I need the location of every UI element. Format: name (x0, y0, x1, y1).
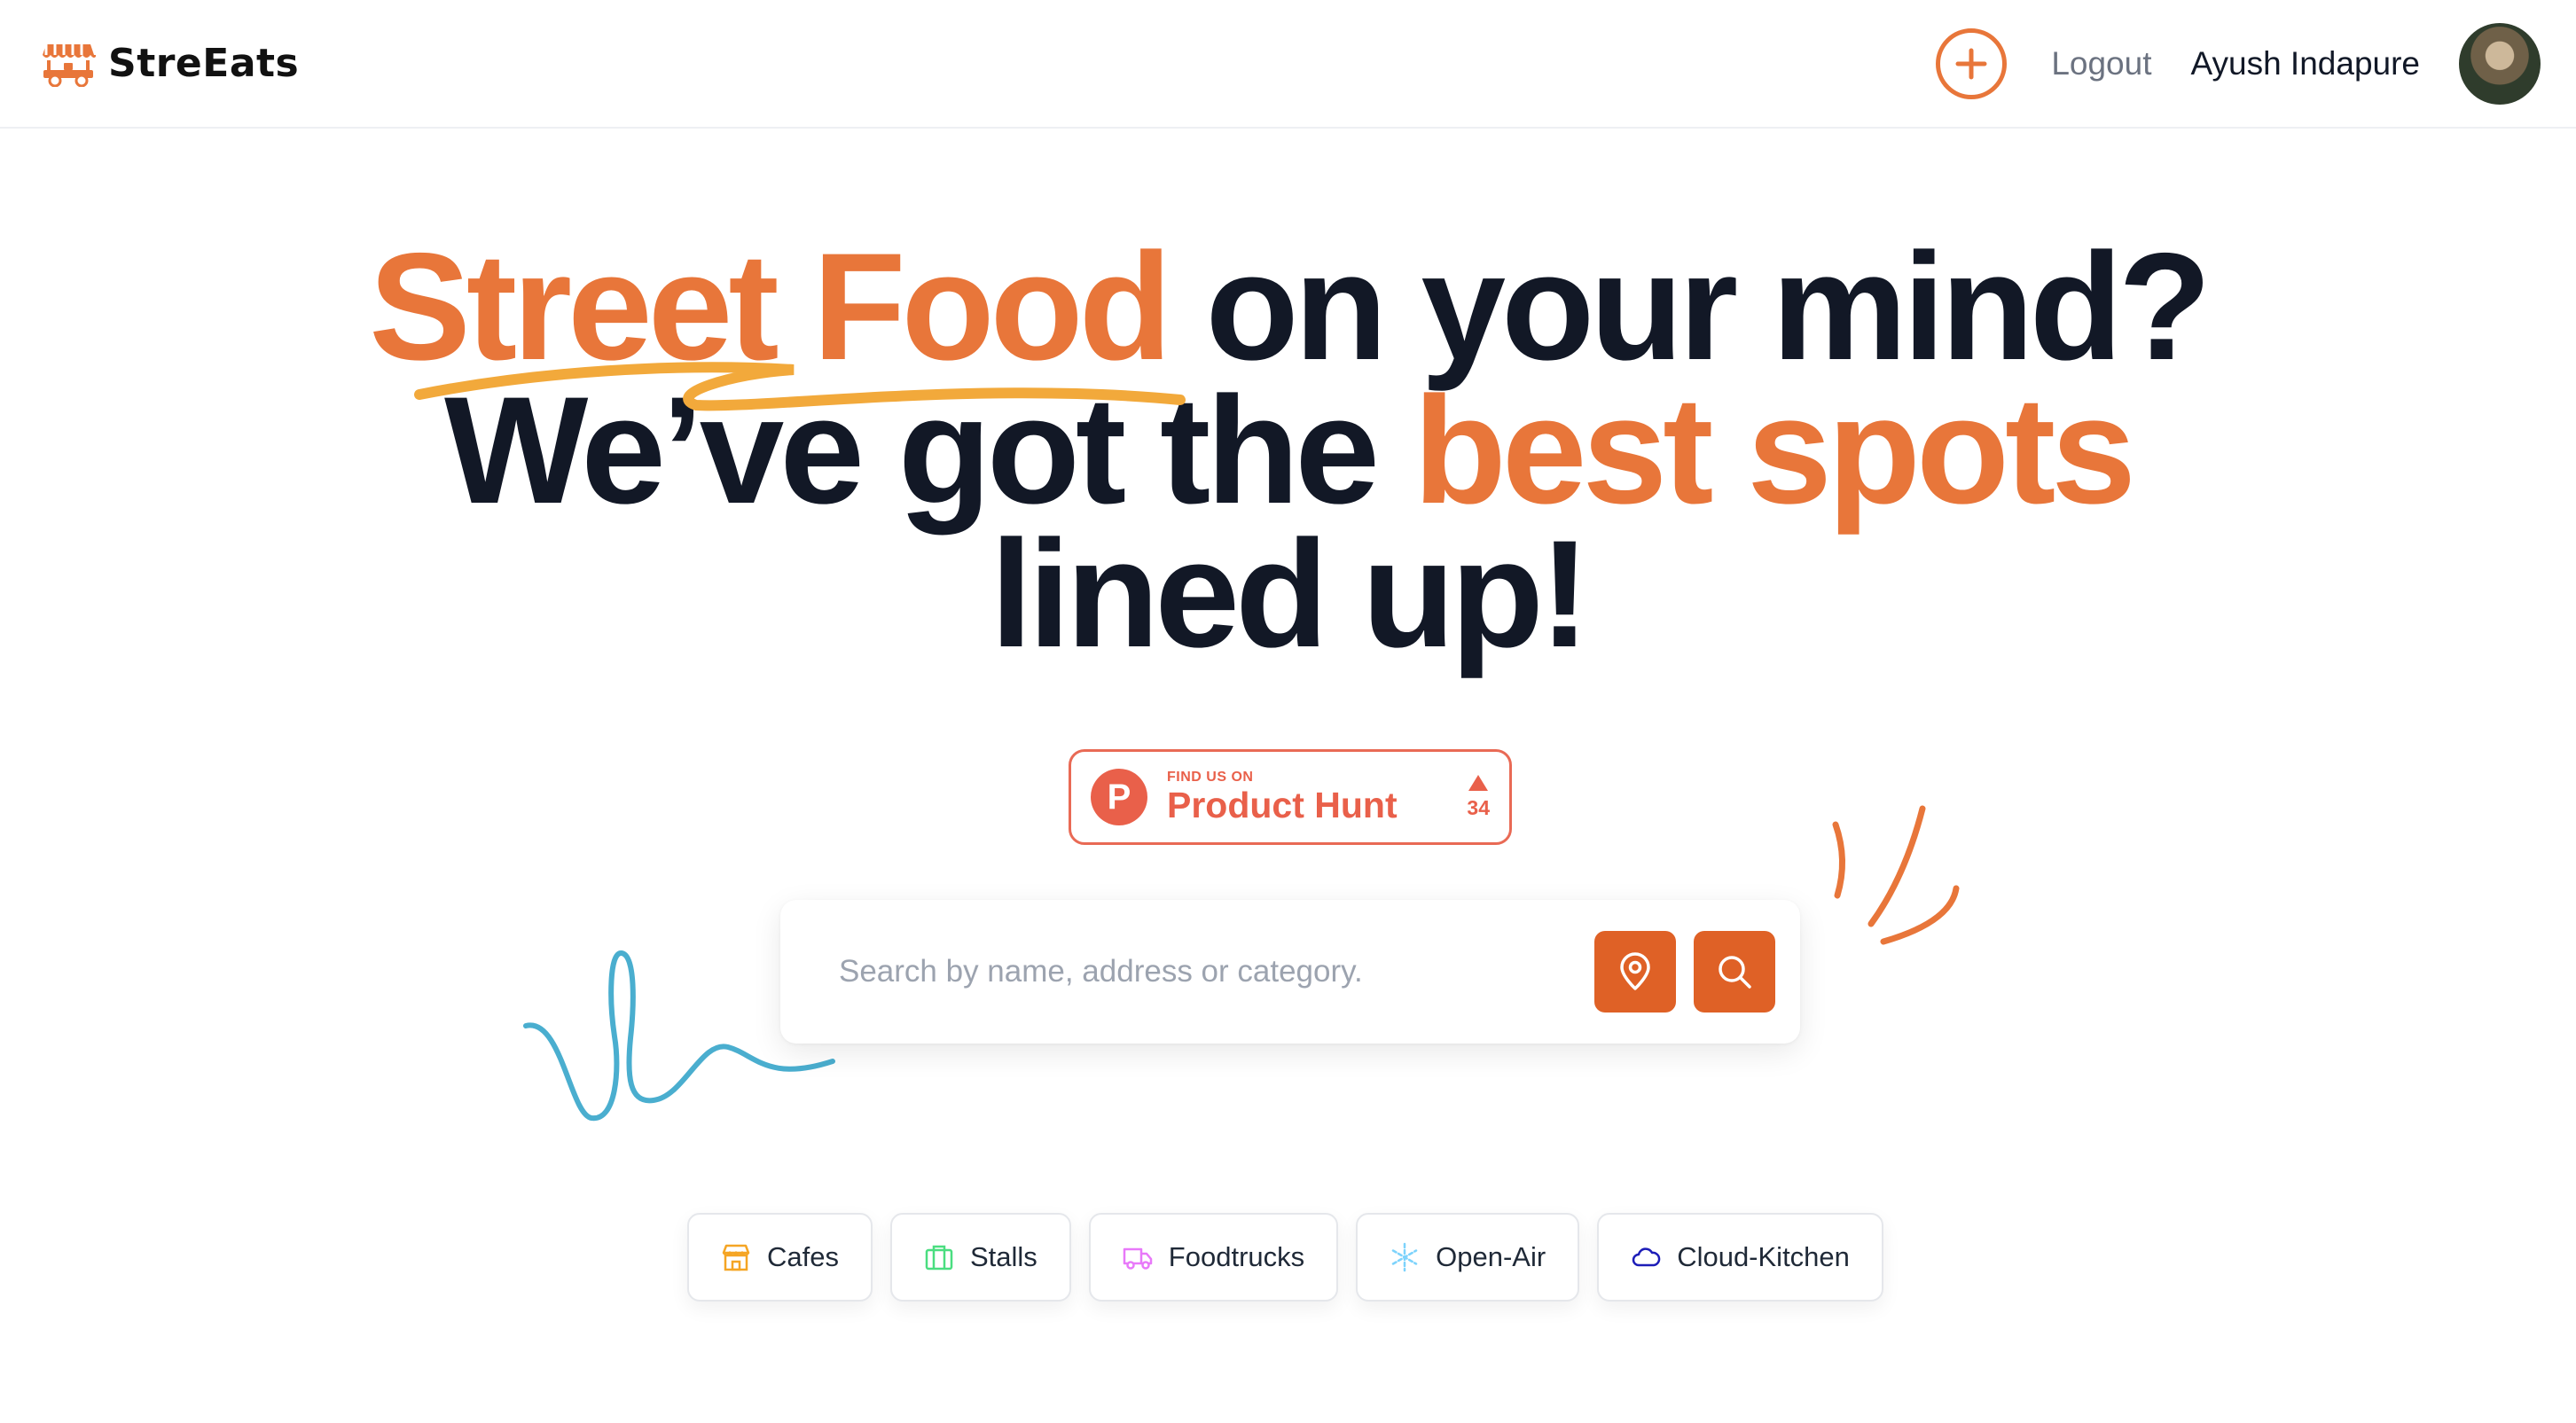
category-chip-stalls[interactable]: Stalls (889, 1213, 1071, 1302)
vote-count: 34 (1467, 795, 1490, 819)
nav-actions: Logout Ayush Indapure (1936, 22, 2541, 105)
category-label: Stalls (969, 1241, 1037, 1272)
hero-line-3: lined up! (990, 509, 1591, 679)
avatar[interactable] (2459, 22, 2541, 105)
search-button[interactable] (1694, 931, 1775, 1013)
hero-line-2: We’ve got the best spots (0, 374, 2576, 527)
search-input[interactable] (839, 954, 1577, 989)
hero-line-1: Street Food on your mind? (0, 231, 2576, 383)
category-label: Cloud-Kitchen (1677, 1241, 1850, 1272)
search-bar (780, 900, 1800, 1044)
snowflake-icon (1391, 1242, 1418, 1272)
category-chip-foodtrucks[interactable]: Foodtrucks (1088, 1213, 1339, 1302)
category-label: Cafes (767, 1241, 839, 1272)
product-hunt-badge[interactable]: P FIND US ON Product Hunt 34 (1069, 749, 1512, 845)
search-icon (1719, 956, 1751, 989)
product-hunt-big-label: Product Hunt (1167, 785, 1398, 825)
orange-rays-doodle (1832, 805, 1960, 945)
cloud-icon (1632, 1247, 1661, 1267)
category-label: Foodtrucks (1168, 1241, 1305, 1272)
location-button[interactable] (1594, 931, 1676, 1013)
product-hunt-logo-icon: P (1091, 769, 1147, 825)
product-hunt-votes: 34 (1467, 774, 1490, 820)
page: StreEats Logout Ayush Indapure Street Fo… (0, 0, 2576, 1423)
upvote-arrow-icon (1468, 774, 1489, 791)
category-chips: Cafes Stalls Foodtrucks Open-Air Cloud-K… (687, 1213, 1883, 1302)
hero-heading: Street Food on your mind? We’ve got the … (0, 231, 2576, 679)
add-spot-button[interactable] (1936, 27, 2008, 99)
category-chip-cloud-kitchen[interactable]: Cloud-Kitchen (1597, 1213, 1883, 1302)
product-hunt-text: FIND US ON Product Hunt (1167, 770, 1398, 825)
truck-icon (1123, 1247, 1153, 1270)
brand[interactable]: StreEats (41, 41, 299, 87)
category-chip-cafes[interactable]: Cafes (687, 1213, 873, 1302)
product-hunt-small-label: FIND US ON (1167, 770, 1254, 785)
user-name[interactable]: Ayush Indapure (2190, 45, 2420, 82)
plus-icon (1955, 48, 1987, 79)
store-icon (722, 1244, 750, 1271)
stall-icon (925, 1245, 953, 1271)
top-navbar: StreEats Logout Ayush Indapure (0, 0, 2576, 129)
map-pin-icon (1620, 952, 1650, 990)
highlight-squiggle (414, 362, 1186, 411)
category-chip-open-air[interactable]: Open-Air (1356, 1213, 1580, 1302)
food-cart-icon (43, 43, 96, 87)
logout-link[interactable]: Logout (2051, 45, 2151, 82)
brand-name: StreEats (108, 41, 300, 86)
category-label: Open-Air (1436, 1241, 1546, 1272)
